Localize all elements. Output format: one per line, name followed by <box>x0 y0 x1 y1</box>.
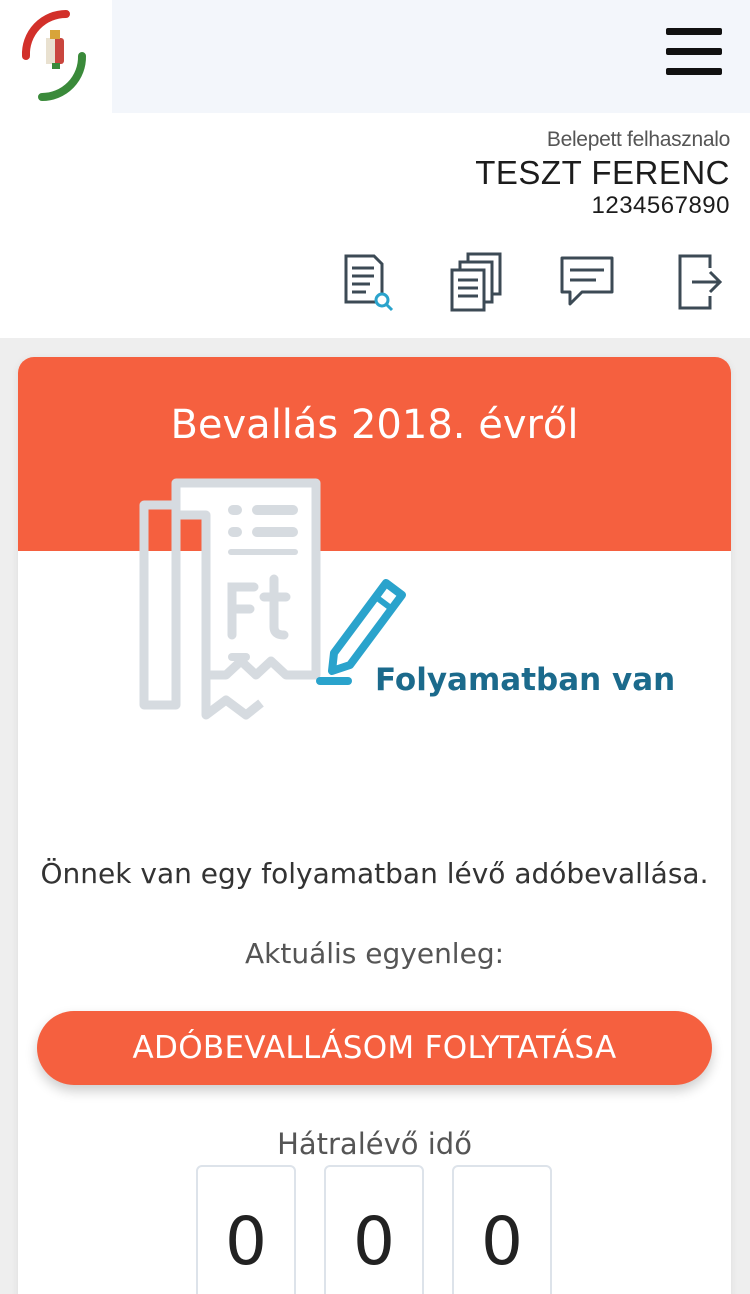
timer-digit: 0 <box>452 1165 552 1294</box>
balance-label: Aktuális egyenleg: <box>244 937 505 970</box>
timer-digit: 0 <box>324 1165 424 1294</box>
tax-document-illustration-icon <box>136 475 416 729</box>
tax-return-card: Bevallás 2018. évről Folyamatban van Önn… <box>18 357 731 1294</box>
card-title: Bevallás 2018. évről <box>170 402 579 448</box>
continue-tax-return-button[interactable]: ADÓBEVALLÁSOM FOLYTATÁSA <box>37 1011 712 1085</box>
logout-icon[interactable] <box>666 250 728 314</box>
coat-of-arms-icon <box>21 9 87 101</box>
user-info: Belepett felhasznalo TESZT FERENC 123456… <box>475 128 730 220</box>
countdown-timer: 0 0 0 <box>196 1165 552 1294</box>
toolbar <box>336 250 728 314</box>
user-label: Belepett felhasznalo <box>546 128 730 151</box>
timer-digit: 0 <box>196 1165 296 1294</box>
info-text: Önnek van egy folyamatban lévő adóbevall… <box>40 857 709 890</box>
top-bar <box>0 0 750 113</box>
message-icon[interactable] <box>556 250 618 314</box>
user-id: 1234567890 <box>591 192 730 219</box>
logo[interactable] <box>0 0 112 113</box>
hamburger-menu-icon[interactable] <box>666 28 724 84</box>
time-remaining-label: Hátralévő idő <box>277 1127 472 1161</box>
document-search-icon[interactable] <box>336 250 398 314</box>
documents-stack-icon[interactable] <box>446 250 508 314</box>
user-name: TESZT FERENC <box>475 154 730 191</box>
status-text: Folyamatban van <box>375 662 676 698</box>
